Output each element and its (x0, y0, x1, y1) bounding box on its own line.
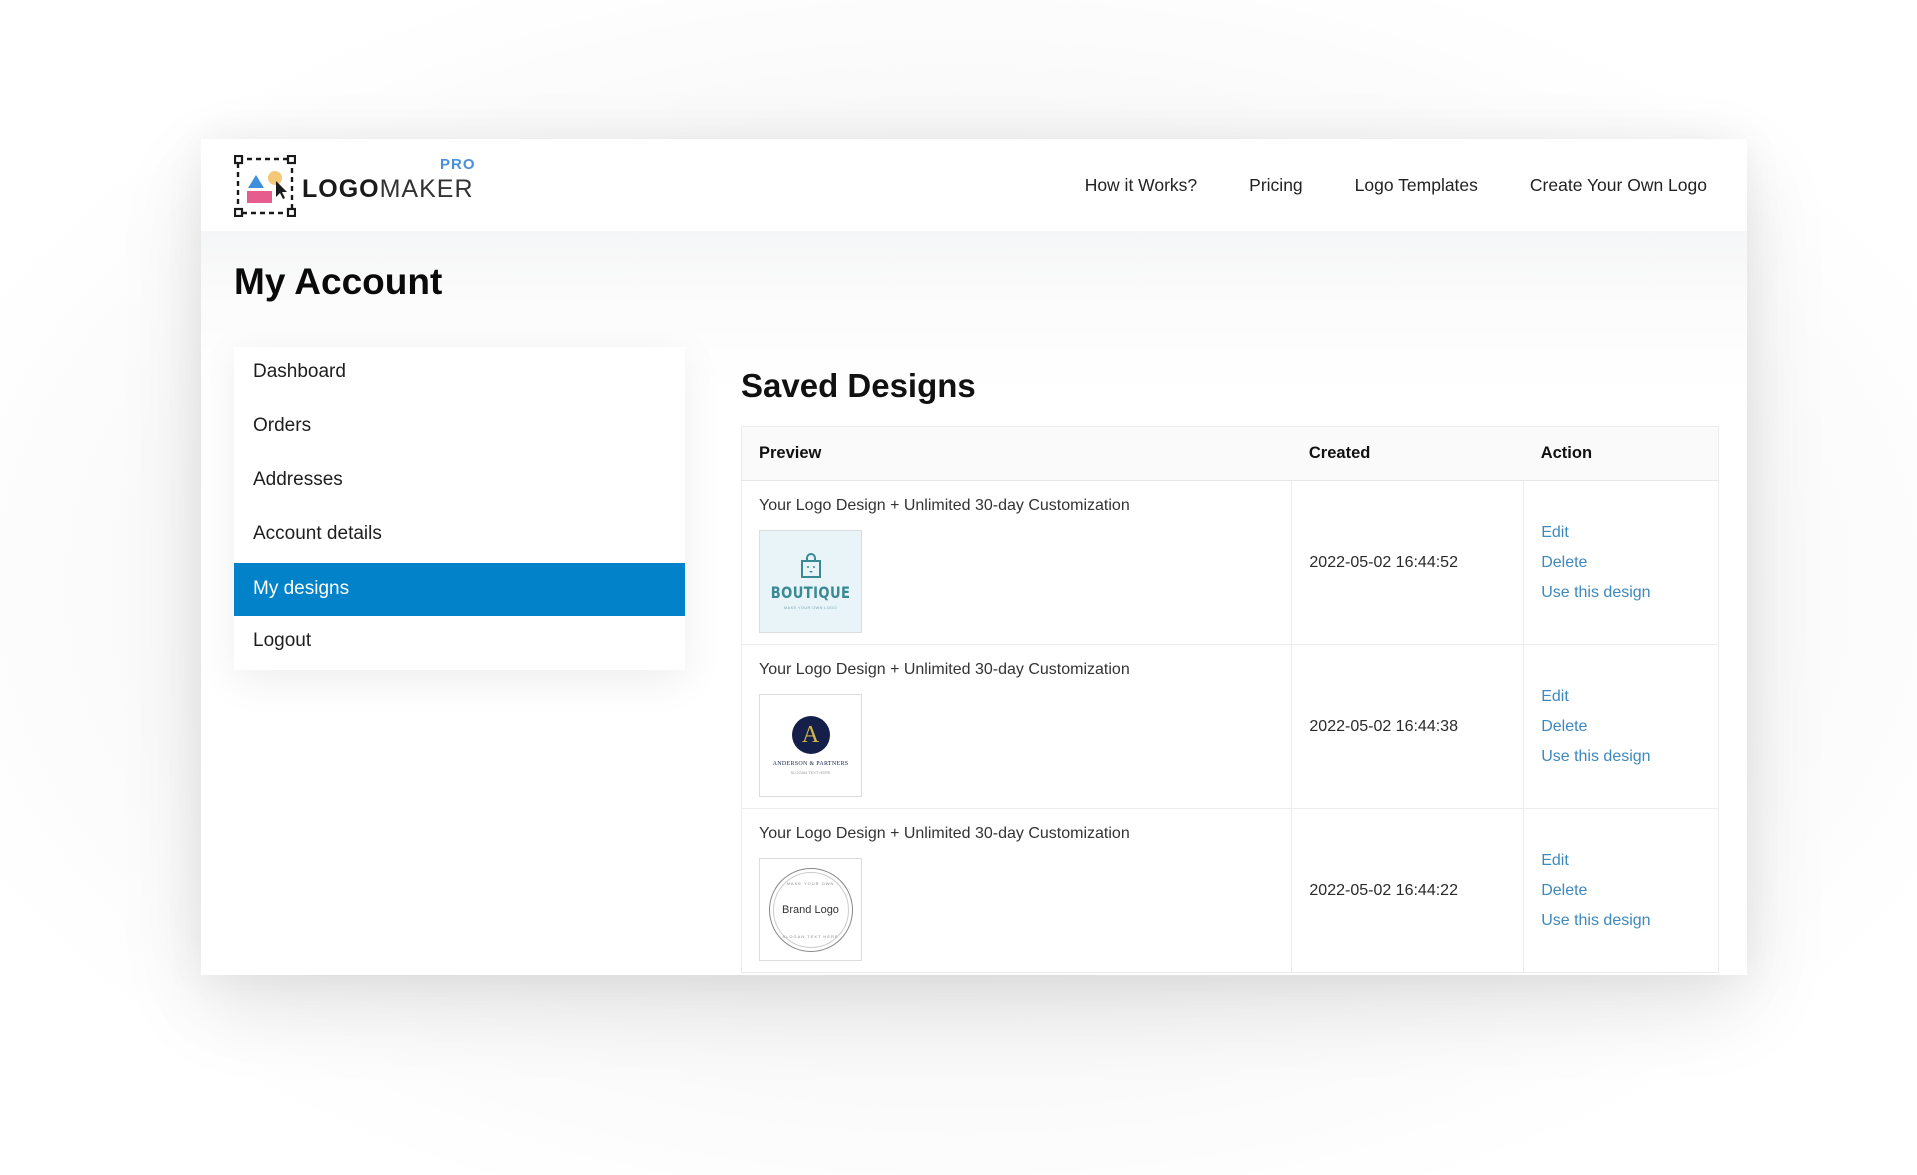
thumbnail-tag-text: SLOGAN TEXT HERE (790, 770, 831, 775)
logo-mark-icon (233, 154, 297, 218)
sidebar-item-logout[interactable]: Logout (234, 616, 685, 670)
nav-how-it-works[interactable]: How it Works? (1085, 175, 1197, 196)
logo-pro-badge: PRO (440, 155, 476, 173)
column-header-action: Action (1523, 426, 1719, 481)
delete-link[interactable]: Delete (1541, 712, 1701, 742)
product-name: Your Logo Design + Unlimited 30-day Cust… (759, 497, 1130, 514)
design-thumbnail[interactable]: BOUTIQUE MAKE YOUR OWN LOGO (759, 530, 862, 633)
preview-cell: Your Logo Design + Unlimited 30-day Cust… (740, 644, 1293, 809)
thumbnail-sub-text: ANDERSON & PARTNERS (772, 761, 849, 767)
delete-link[interactable]: Delete (1541, 876, 1701, 906)
logo-word-light: MAKER (379, 174, 474, 203)
thumbnail-main-text: BOUTIQUE (770, 583, 851, 602)
action-cell: Edit Delete Use this design (1523, 808, 1719, 973)
site-logo[interactable]: LOGOMAKER PRO (233, 154, 475, 218)
nav-pricing[interactable]: Pricing (1249, 175, 1303, 196)
logo-wordmark: LOGOMAKER PRO (302, 157, 475, 203)
edit-link[interactable]: Edit (1541, 682, 1701, 712)
monogram-circle: A (791, 716, 830, 754)
design-thumbnail[interactable]: MAKE YOUR OWN Brand Logo SLOGAN TEXT HER… (759, 858, 862, 961)
column-header-created: Created (1291, 426, 1524, 481)
saved-designs-table: Preview Created Action Your Logo Design … (740, 426, 1719, 973)
account-sidebar: Dashboard Orders Addresses Account detai… (234, 347, 685, 670)
nav-logo-templates[interactable]: Logo Templates (1355, 175, 1478, 196)
site-window: LOGOMAKER PRO How it Works? Pricing Logo… (201, 139, 1747, 975)
action-cell: Edit Delete Use this design (1523, 480, 1719, 645)
product-name: Your Logo Design + Unlimited 30-day Cust… (759, 825, 1130, 842)
thumbnail-sub-text: MAKE YOUR OWN LOGO (784, 605, 837, 610)
preview-cell: Your Logo Design + Unlimited 30-day Cust… (740, 480, 1293, 645)
sidebar-item-dashboard[interactable]: Dashboard (234, 347, 685, 401)
design-thumbnail[interactable]: A ANDERSON & PARTNERS SLOGAN TEXT HERE (759, 694, 862, 797)
use-design-link[interactable]: Use this design (1541, 578, 1701, 608)
product-name: Your Logo Design + Unlimited 30-day Cust… (759, 661, 1130, 678)
column-header-preview: Preview (741, 426, 1292, 481)
brand-ring: MAKE YOUR OWN Brand Logo SLOGAN TEXT HER… (768, 867, 853, 952)
created-date: 2022-05-02 16:44:52 (1291, 480, 1525, 645)
logo-word-bold: LOGO (302, 174, 380, 203)
use-design-link[interactable]: Use this design (1541, 742, 1701, 772)
action-cell: Edit Delete Use this design (1523, 644, 1719, 809)
edit-link[interactable]: Edit (1541, 518, 1701, 548)
thumbnail-main-text: Brand Logo (782, 903, 839, 916)
table-header-row: Preview Created Action (741, 426, 1719, 481)
use-design-link[interactable]: Use this design (1541, 906, 1701, 936)
ring-text-bottom: SLOGAN TEXT HERE (782, 933, 839, 939)
page-title: My Account (234, 261, 443, 302)
site-header: LOGOMAKER PRO How it Works? Pricing Logo… (201, 139, 1747, 231)
table-row: Your Logo Design + Unlimited 30-day Cust… (740, 480, 1719, 645)
created-date: 2022-05-02 16:44:38 (1291, 644, 1525, 809)
preview-cell: Your Logo Design + Unlimited 30-day Cust… (740, 808, 1293, 973)
ring-text-top: MAKE YOUR OWN (786, 880, 835, 886)
sidebar-item-my-designs[interactable]: My designs (234, 563, 685, 616)
edit-link[interactable]: Edit (1541, 846, 1701, 876)
shopping-bag-icon (800, 553, 821, 578)
nav-create-your-own-logo[interactable]: Create Your Own Logo (1530, 175, 1707, 196)
delete-link[interactable]: Delete (1541, 548, 1701, 578)
table-row: Your Logo Design + Unlimited 30-day Cust… (740, 644, 1719, 809)
created-date: 2022-05-02 16:44:22 (1291, 808, 1525, 973)
sidebar-item-orders[interactable]: Orders (234, 401, 685, 455)
table-row: Your Logo Design + Unlimited 30-day Cust… (740, 808, 1719, 973)
account-body: My Account Dashboard Orders Addresses Ac… (201, 231, 1747, 975)
sidebar-item-account-details[interactable]: Account details (234, 509, 685, 563)
sidebar-item-addresses[interactable]: Addresses (234, 455, 685, 509)
saved-designs-title: Saved Designs (741, 367, 976, 404)
main-nav: How it Works? Pricing Logo Templates Cre… (1085, 139, 1707, 231)
